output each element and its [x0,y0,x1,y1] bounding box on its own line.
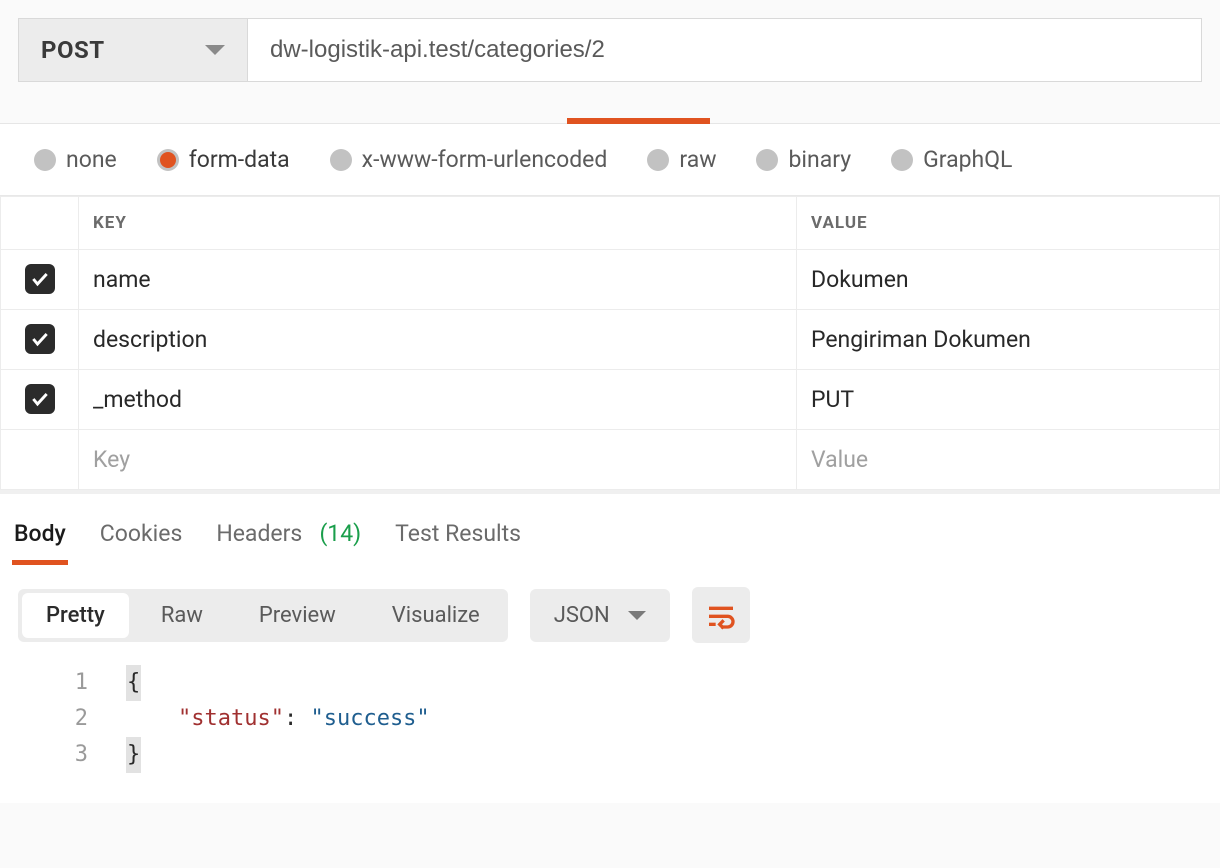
line-number: 2 [0,701,126,737]
chevron-down-icon [628,611,646,620]
radio-icon [756,149,778,171]
language-select[interactable]: JSON [530,589,670,642]
value-cell[interactable]: PUT [797,370,1220,430]
body-type-x-www-form-urlencoded[interactable]: x-www-form-urlencoded [330,146,608,173]
form-data-table: KEY VALUE name Dokumen description Pengi… [0,196,1220,490]
response-tabs: Body Cookies Headers (14) Test Results [0,490,1220,565]
value-cell[interactable]: Pengiriman Dokumen [797,310,1220,370]
value-cell-new[interactable]: Value [797,430,1220,490]
table-row: name Dokumen [1,250,1220,310]
url-input[interactable] [248,18,1202,82]
key-cell[interactable]: name [79,250,797,310]
column-header-key: KEY [79,197,797,250]
json-colon: : [284,706,311,731]
row-enable-checkbox[interactable] [25,264,55,294]
json-value: "success" [310,706,429,731]
response-body-editor[interactable]: 1 { 2 "status": "success" 3 } [0,665,1220,803]
wrap-icon [705,599,737,631]
check-icon [30,269,50,289]
wrap-lines-button[interactable] [692,587,750,643]
response-format-bar: Pretty Raw Preview Visualize JSON [0,565,1220,665]
view-pretty[interactable]: Pretty [22,593,129,638]
line-number: 3 [0,737,126,773]
tab-test-results[interactable]: Test Results [393,512,523,565]
json-brace-close: } [126,737,141,773]
radio-label: GraphQL [923,146,1012,173]
radio-icon [34,149,56,171]
chevron-down-icon [205,45,225,55]
check-icon [30,389,50,409]
body-type-radio-group: none form-data x-www-form-urlencoded raw… [0,124,1220,196]
row-enable-checkbox[interactable] [25,324,55,354]
tab-cookies[interactable]: Cookies [98,512,185,565]
tab-headers-label: Headers [216,520,302,547]
tab-body[interactable]: Body [12,512,68,565]
body-type-binary[interactable]: binary [756,146,851,173]
language-label: JSON [554,603,610,628]
json-key: "status" [178,706,284,731]
view-mode-group: Pretty Raw Preview Visualize [18,589,508,642]
view-preview[interactable]: Preview [231,589,364,642]
http-method-label: POST [41,36,105,64]
radio-label: form-data [189,146,290,173]
radio-label: x-www-form-urlencoded [362,146,608,173]
key-cell[interactable]: description [79,310,797,370]
key-cell-new[interactable]: Key [79,430,797,490]
radio-label: binary [788,146,851,173]
view-visualize[interactable]: Visualize [364,589,508,642]
column-header-value: VALUE [797,197,1220,250]
headers-count: (14) [319,520,361,547]
radio-icon [891,149,913,171]
row-enable-checkbox[interactable] [25,384,55,414]
table-row-new: Key Value [1,430,1220,490]
value-cell[interactable]: Dokumen [797,250,1220,310]
table-row: description Pengiriman Dokumen [1,310,1220,370]
http-method-select[interactable]: POST [18,18,248,82]
request-section-tabs [0,82,1220,124]
active-tab-indicator [567,118,710,124]
body-type-form-data[interactable]: form-data [157,146,290,173]
body-type-none[interactable]: none [34,146,117,173]
radio-icon [330,149,352,171]
radio-label: raw [679,146,716,173]
column-header-enable [1,197,79,250]
body-type-raw[interactable]: raw [647,146,716,173]
check-icon [30,329,50,349]
key-cell[interactable]: _method [79,370,797,430]
table-row: _method PUT [1,370,1220,430]
tab-headers[interactable]: Headers (14) [214,512,363,565]
json-brace-open: { [126,665,141,701]
radio-label: none [66,146,117,173]
view-raw[interactable]: Raw [133,589,231,642]
radio-icon [157,149,179,171]
line-number: 1 [0,665,126,701]
radio-icon [647,149,669,171]
body-type-graphql[interactable]: GraphQL [891,146,1012,173]
